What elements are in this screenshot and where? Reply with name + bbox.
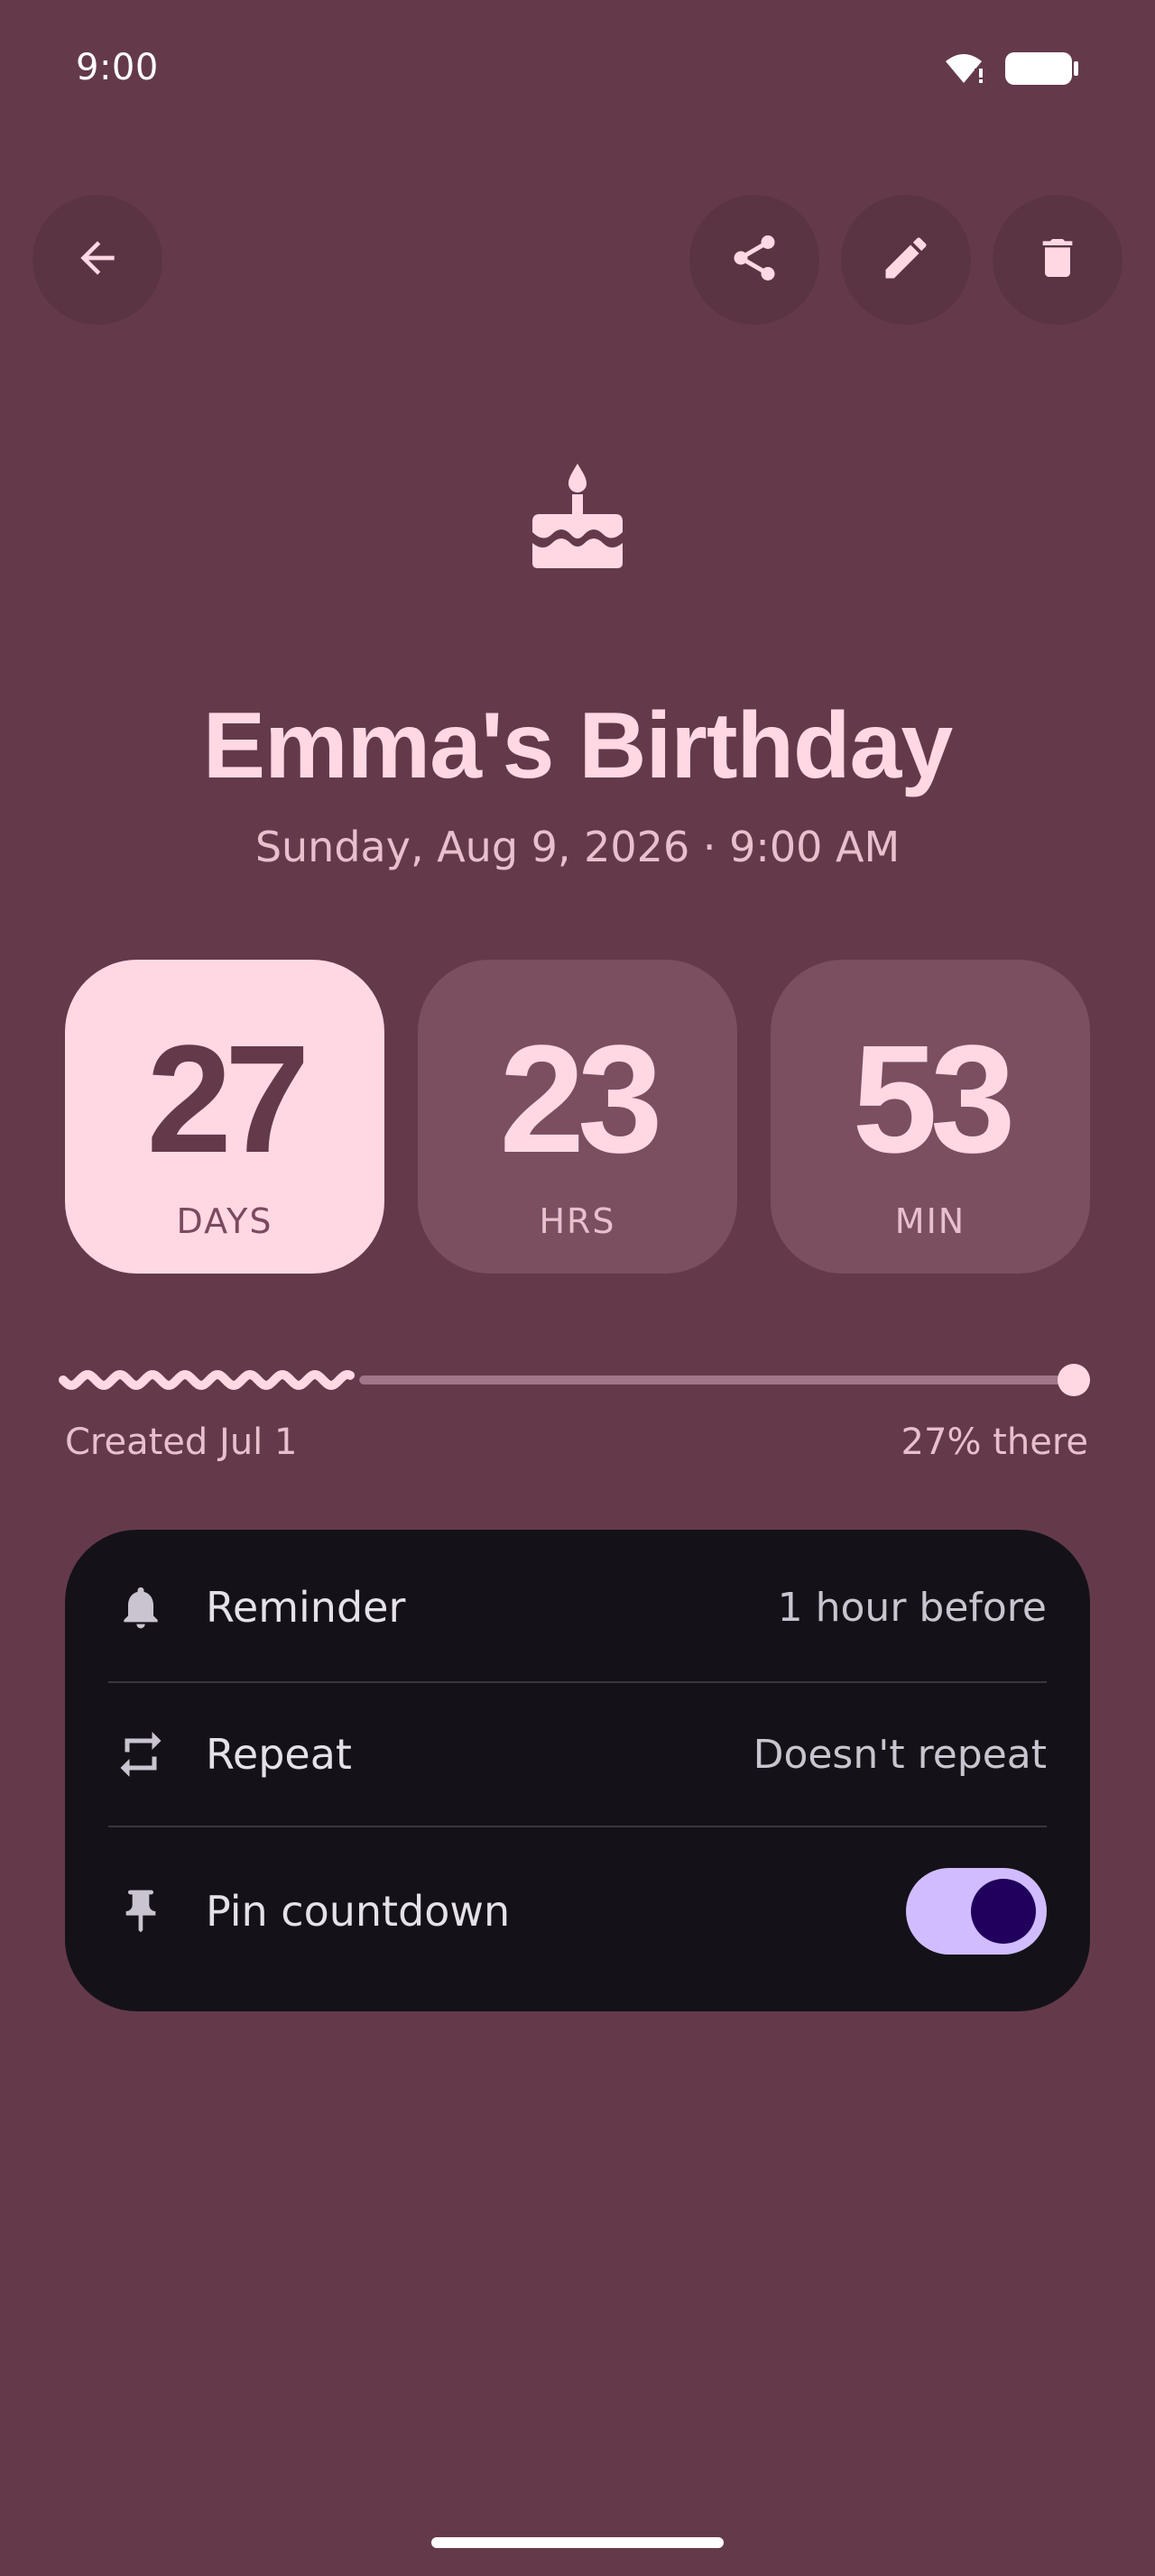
event-title: Emma's Birthday (202, 694, 953, 798)
divider (108, 1826, 1047, 1827)
reminder-value: 1 hour before (777, 1584, 1047, 1631)
repeat-value: Doesn't repeat (753, 1731, 1047, 1778)
back-button[interactable] (32, 195, 162, 325)
status-icons (942, 49, 1079, 92)
settings-card: Reminder 1 hour before Repeat Doesn't re… (65, 1530, 1090, 2011)
cake-icon (525, 456, 630, 570)
hours-unit: HRS (539, 1201, 616, 1241)
share-button[interactable] (689, 195, 819, 325)
repeat-row[interactable]: Repeat Doesn't repeat (65, 1683, 1090, 1826)
edit-icon (879, 231, 933, 290)
home-indicator[interactable] (431, 2537, 724, 2548)
status-time: 9:00 (76, 47, 159, 88)
progress-wave (59, 1370, 355, 1390)
edit-button[interactable] (841, 195, 971, 325)
wifi-icon (942, 51, 985, 91)
pin-toggle[interactable] (906, 1868, 1047, 1955)
reminder-label: Reminder (206, 1583, 406, 1632)
toggle-knob (971, 1879, 1036, 1944)
share-icon (727, 231, 781, 290)
battery-icon (1003, 51, 1079, 91)
delete-icon (1032, 233, 1083, 288)
minutes-unit: MIN (894, 1201, 966, 1241)
progress-end-dot (1058, 1364, 1090, 1396)
days-tile: 27 DAYS (65, 960, 384, 1274)
days-value: 27 (146, 1014, 310, 1185)
repeat-icon (114, 1727, 168, 1781)
pin-icon (114, 1884, 168, 1938)
minutes-tile: 53 MIN (771, 960, 1090, 1274)
reminder-row[interactable]: Reminder 1 hour before (65, 1536, 1090, 1679)
minutes-value: 53 (852, 1014, 1015, 1185)
bell-icon (114, 1580, 168, 1634)
created-label: Created Jul 1 (65, 1421, 298, 1463)
hours-value: 23 (499, 1014, 662, 1185)
percent-label: 27% there (901, 1421, 1088, 1463)
repeat-label: Repeat (206, 1730, 352, 1779)
days-unit: DAYS (176, 1201, 273, 1241)
hours-tile: 23 HRS (418, 960, 737, 1274)
delete-button[interactable] (993, 195, 1123, 325)
pin-row[interactable]: Pin countdown (65, 1840, 1090, 1983)
event-datetime: Sunday, Aug 9, 2026 · 9:00 AM (254, 823, 901, 871)
arrow-back-icon (72, 233, 123, 288)
progress-indicator (59, 1364, 1090, 1396)
pin-label: Pin countdown (206, 1887, 511, 1936)
